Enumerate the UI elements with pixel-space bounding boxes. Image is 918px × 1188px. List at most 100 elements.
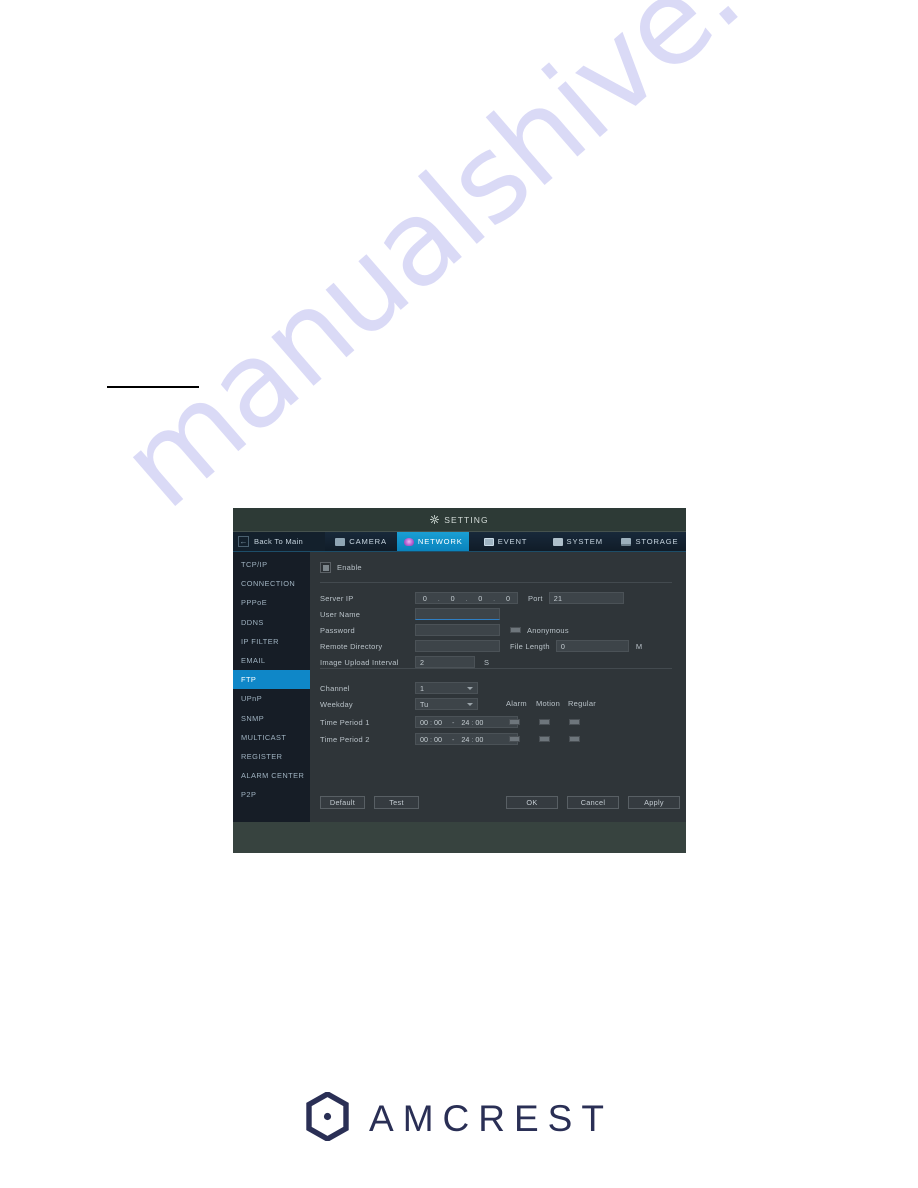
time-dash: - [452,717,455,727]
col-alarm-label: Alarm [506,699,527,708]
ftp-settings-panel: Enable Server IP 0. 0. 0. 0 Port 21 User… [310,552,686,853]
time-period-1-label: Time Period 1 [320,717,370,727]
weekday-row: Weekday Tu [320,698,478,710]
ip-octet-4: 0 [505,593,510,603]
tab-bar: ← Back To Main CAMERA NETWORK EVENT SYST… [233,532,687,552]
gear-icon [430,515,440,524]
tab-network[interactable]: NETWORK [397,532,470,551]
time-period-1-input[interactable]: 00:00 - 24:00 [415,716,518,728]
nvr-setting-dialog: SETTING ← Back To Main CAMERA NETWORK EV… [233,508,687,853]
sidebar-item-alarm-center[interactable]: ALARM CENTER [233,766,310,785]
p2-start-min: 00 [434,734,442,744]
time-period-2-input[interactable]: 00:00 - 24:00 [415,733,518,745]
period-1-checkboxes [509,719,580,725]
chevron-down-icon [467,702,473,706]
sidebar-item-tcpip[interactable]: TCP/IP [233,555,310,574]
time-period-2-label: Time Period 2 [320,734,370,744]
sidebar-item-upnp[interactable]: UPnP [233,689,310,708]
period-2-regular-checkbox[interactable] [569,736,580,742]
watermark-text: manualshive.com [95,0,918,535]
system-icon [552,537,563,546]
weekday-select[interactable]: Tu [415,698,478,710]
sidebar-item-register[interactable]: REGISTER [233,747,310,766]
tab-system[interactable]: SYSTEM [541,532,614,551]
time-period-2-row: Time Period 2 00:00 - 24:00 [320,733,518,745]
col-motion-label: Motion [536,699,561,708]
sidebar-item-ddns[interactable]: DDNS [233,613,310,632]
camera-icon [335,537,346,546]
test-button[interactable]: Test [374,796,419,809]
remote-directory-input[interactable] [415,640,500,652]
port-input[interactable]: 21 [548,592,624,604]
time-dash: - [452,734,455,744]
server-ip-label: Server IP [320,593,354,603]
sidebar-item-connection[interactable]: CONNECTION [233,574,310,593]
tab-event[interactable]: EVENT [469,532,542,551]
sidebar-label: SNMP [241,713,265,723]
period-1-motion-checkbox[interactable] [539,719,550,725]
amcrest-logo: AMCREST [0,1090,918,1146]
user-name-input[interactable] [415,608,500,620]
storage-icon [621,537,632,546]
password-input[interactable] [415,624,500,636]
user-name-label: User Name [320,609,361,619]
sidebar-item-ftp[interactable]: FTP [233,670,310,690]
period-2-motion-checkbox[interactable] [539,736,550,742]
horizontal-rule [107,386,199,388]
sidebar-item-snmp[interactable]: SNMP [233,709,310,728]
sidebar-item-pppoe[interactable]: PPPoE [233,593,310,612]
server-ip-row: Server IP 0. 0. 0. 0 Port 21 [320,592,624,604]
cancel-button[interactable]: Cancel [567,796,619,809]
ip-dot: . [437,593,440,603]
sidebar-item-email[interactable]: EMAIL [233,651,310,670]
ip-dot: . [465,593,468,603]
server-ip-input[interactable]: 0. 0. 0. 0 [415,592,518,604]
time-colon: : [430,717,432,727]
dialog-body: TCP/IP CONNECTION PPPoE DDNS IP FILTER E… [233,552,686,853]
sidebar-label: ALARM CENTER [241,771,305,781]
p2-end-hour: 24 [461,734,470,744]
channel-select[interactable]: 1 [415,682,478,694]
default-button[interactable]: Default [320,796,365,809]
image-upload-interval-label: Image Upload Interval [320,657,399,667]
dialog-footer [233,822,686,853]
back-to-main-button[interactable]: ← Back To Main [233,532,325,551]
sidebar-label: PPPoE [241,598,268,608]
tab-event-label: EVENT [497,537,528,546]
divider-top [320,582,672,583]
file-length-label: File Length [510,641,550,651]
network-icon [403,537,414,546]
password-label: Password [320,625,355,635]
period-1-alarm-checkbox[interactable] [509,719,520,725]
time-colon: : [430,734,432,744]
period-1-regular-checkbox[interactable] [569,719,580,725]
p1-start-min: 00 [434,717,442,727]
sidebar-label: UPnP [241,694,263,704]
enable-checkbox[interactable] [320,562,331,573]
dialog-title-bar: SETTING [233,508,686,532]
anonymous-label: Anonymous [527,625,569,635]
tab-camera[interactable]: CAMERA [325,532,398,551]
user-name-row: User Name [320,608,500,620]
period-2-alarm-checkbox[interactable] [509,736,520,742]
apply-button[interactable]: Apply [628,796,680,809]
file-length-input[interactable]: 0 [555,640,629,652]
ok-button[interactable]: OK [506,796,558,809]
image-upload-interval-input[interactable]: 2 [415,656,475,668]
sidebar-item-multicast[interactable]: MULTICAST [233,728,310,747]
tab-storage[interactable]: STORAGE [613,532,687,551]
sidebar-label: P2P [241,790,257,800]
tab-system-label: SYSTEM [566,537,603,546]
sidebar-label: EMAIL [241,656,266,666]
channel-label: Channel [320,683,350,693]
sidebar-item-ip-filter[interactable]: IP FILTER [233,632,310,651]
tab-camera-label: CAMERA [349,537,387,546]
sidebar-label: IP FILTER [241,636,279,646]
back-arrow-icon: ← [238,536,249,547]
sidebar-item-p2p[interactable]: P2P [233,785,310,804]
event-icon [483,537,494,546]
right-action-buttons: OK Cancel Apply [506,796,680,809]
anonymous-checkbox[interactable] [510,627,521,633]
enable-label: Enable [337,563,362,572]
remote-directory-row: Remote Directory File Length 0 M [320,640,642,652]
